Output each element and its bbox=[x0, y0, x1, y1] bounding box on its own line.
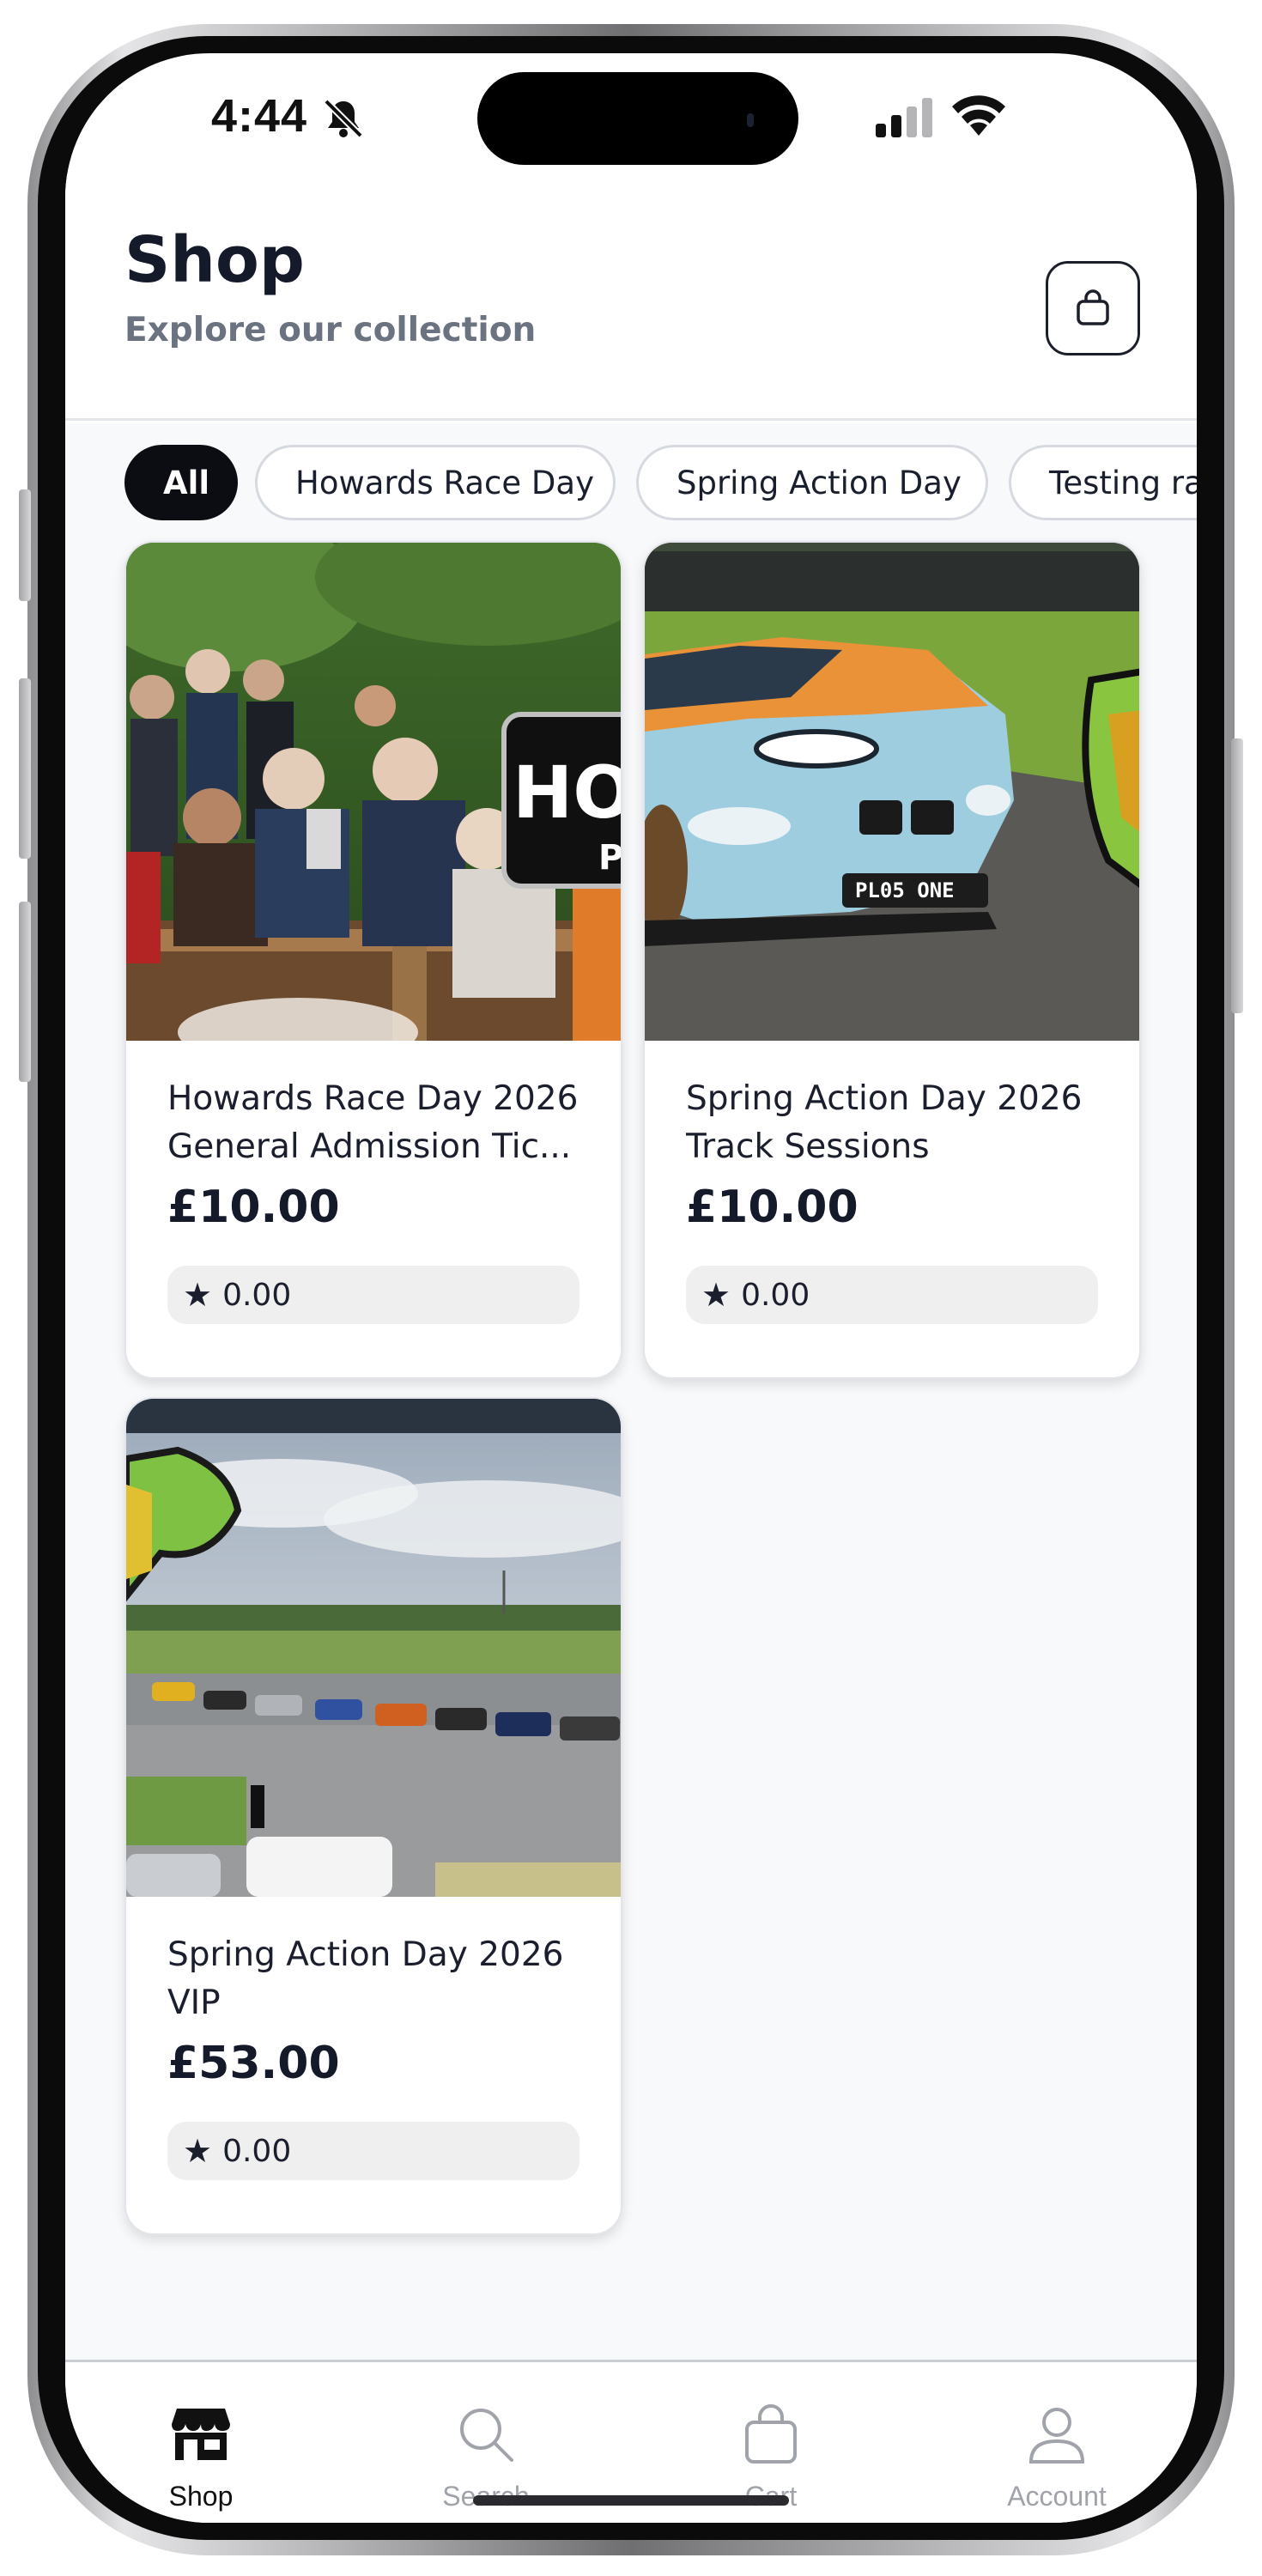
logo-fragment-sub: P bbox=[598, 838, 622, 878]
star-icon: ★ bbox=[183, 1276, 213, 1314]
tab-account[interactable]: Account bbox=[971, 2362, 1143, 2523]
mute-switch bbox=[19, 489, 31, 601]
product-title-line-1: Spring Action Day 2026 bbox=[167, 1935, 564, 1974]
product-card[interactable]: PL05 ONE Spring Action Day 2026 Track Se… bbox=[643, 541, 1141, 1379]
page-subtitle: Explore our collection bbox=[124, 311, 537, 349]
product-title: Spring Action Day 2026 Track Sessions bbox=[686, 1075, 1115, 1171]
bottom-tab-bar: Shop Search Cart Account bbox=[65, 2360, 1197, 2523]
product-title-line-1: Howards Race Day 2026 bbox=[167, 1079, 579, 1118]
product-price: £10.00 bbox=[167, 1182, 340, 1233]
product-image-car: PL05 ONE bbox=[645, 543, 1139, 1041]
product-title-line-2: Track Sessions bbox=[686, 1127, 930, 1166]
product-title: Howards Race Day 2026 General Admission … bbox=[167, 1075, 597, 1171]
product-price: £53.00 bbox=[167, 2038, 340, 2089]
storefront-icon bbox=[172, 2409, 230, 2460]
product-card[interactable]: Spring Action Day 2026 VIP £53.00 ★ 0.00 bbox=[124, 1397, 622, 2235]
star-icon: ★ bbox=[183, 2132, 213, 2170]
product-image-crowd: HO P bbox=[126, 543, 622, 1041]
status-time: 4:44 bbox=[211, 90, 308, 142]
chip-spring-action-day[interactable]: Spring Action Day bbox=[636, 445, 988, 520]
volume-up-button bbox=[19, 678, 31, 859]
signal-icon bbox=[876, 98, 932, 137]
search-icon bbox=[460, 2409, 513, 2462]
license-plate: PL05 ONE bbox=[855, 878, 955, 902]
cart-button[interactable] bbox=[1046, 261, 1140, 355]
page-title: Shop bbox=[124, 223, 305, 297]
volume-down-button bbox=[19, 902, 31, 1082]
star-icon: ★ bbox=[701, 1276, 731, 1314]
wifi-icon bbox=[952, 95, 1005, 136]
logo-fragment: HO bbox=[513, 750, 622, 835]
chip-all[interactable]: All bbox=[124, 445, 238, 520]
content-area: All Howards Race Day Spring Action Day T… bbox=[65, 423, 1197, 2360]
chip-testing[interactable]: Testing ra bbox=[1009, 445, 1197, 520]
header: Shop Explore our collection bbox=[65, 173, 1197, 421]
power-button bbox=[1231, 738, 1243, 1013]
dynamic-island bbox=[477, 72, 798, 165]
chip-howards-race-day[interactable]: Howards Race Day bbox=[255, 445, 616, 520]
product-title-line-2: General Admission Tic... bbox=[167, 1127, 572, 1166]
rating-badge: ★ 0.00 bbox=[167, 2122, 579, 2180]
rating-badge: ★ 0.00 bbox=[686, 1266, 1098, 1324]
rating-value: 0.00 bbox=[741, 1277, 810, 1313]
product-title-line-2: VIP bbox=[167, 1984, 221, 2022]
rating-value: 0.00 bbox=[222, 1277, 292, 1313]
product-title: Spring Action Day 2026 VIP bbox=[167, 1931, 597, 2027]
user-icon bbox=[1028, 2408, 1085, 2464]
bell-slash-icon bbox=[324, 99, 363, 138]
category-filter-chips: All Howards Race Day Spring Action Day T… bbox=[124, 445, 1197, 520]
rating-value: 0.00 bbox=[222, 2133, 292, 2169]
camera-dot bbox=[747, 113, 754, 127]
screen: 4:44 Shop Explore our collection All How… bbox=[65, 53, 1197, 2523]
product-title-line-1: Spring Action Day 2026 bbox=[686, 1079, 1083, 1118]
tab-label: Account bbox=[1007, 2481, 1107, 2512]
product-card[interactable]: HO P Howards Race Day 2026 General Admis… bbox=[124, 541, 622, 1379]
status-bar: 4:44 bbox=[65, 53, 1197, 173]
home-indicator[interactable] bbox=[473, 2495, 789, 2506]
tab-label: Shop bbox=[168, 2481, 234, 2512]
shopping-bag-icon bbox=[1077, 289, 1109, 325]
bag-icon bbox=[745, 2404, 797, 2464]
product-image-paddock bbox=[126, 1399, 621, 1897]
product-price: £10.00 bbox=[686, 1182, 859, 1233]
tab-shop[interactable]: Shop bbox=[115, 2362, 287, 2523]
rating-badge: ★ 0.00 bbox=[167, 1266, 579, 1324]
